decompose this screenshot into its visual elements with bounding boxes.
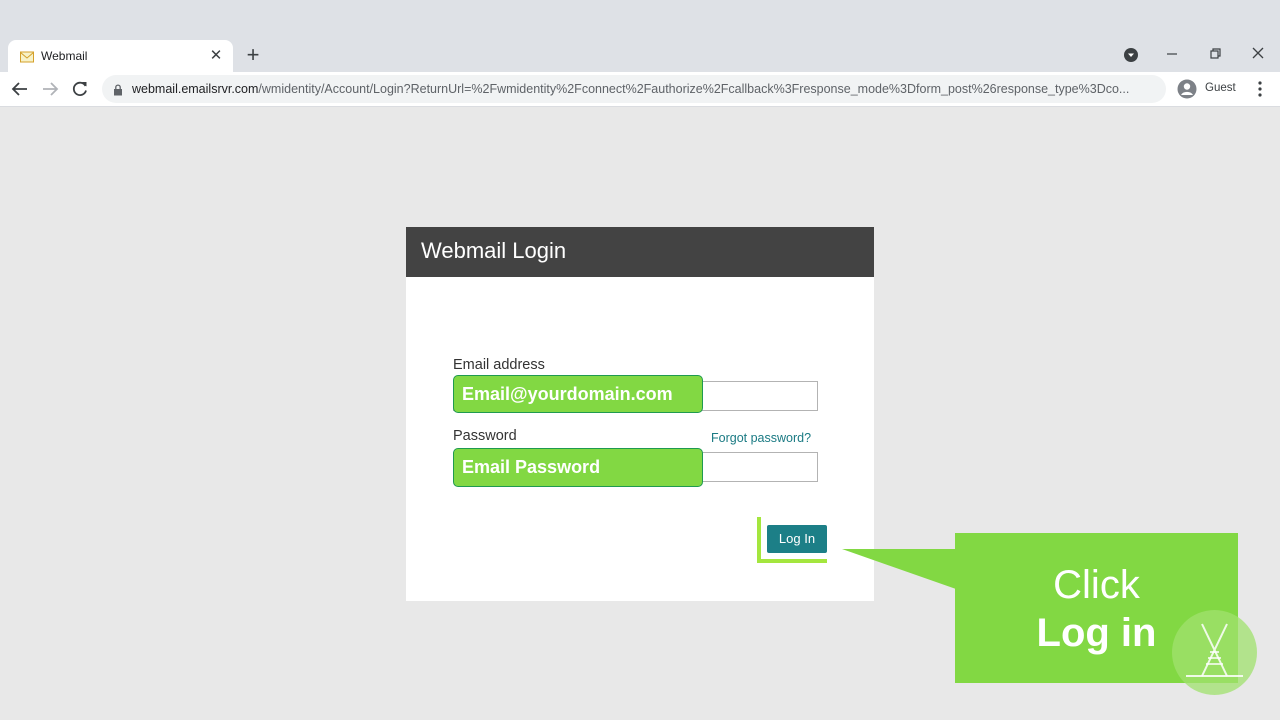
back-icon[interactable]: [9, 78, 31, 100]
url-host: webmail.emailsrvr.com: [132, 82, 259, 96]
new-tab-button[interactable]: +: [243, 44, 263, 66]
password-label: Password: [453, 428, 517, 444]
password-hint-overlay: Email Password: [453, 448, 703, 487]
login-button[interactable]: Log In: [767, 525, 827, 553]
browser-toolbar: webmail.emailsrvr.com/wmidentity/Account…: [0, 72, 1280, 107]
close-tab-icon[interactable]: ✕: [207, 47, 225, 65]
profile-button[interactable]: Guest: [1172, 75, 1244, 103]
mail-icon: [20, 50, 34, 68]
forgot-password-link[interactable]: Forgot password?: [711, 431, 811, 445]
forward-icon[interactable]: [39, 78, 61, 100]
minimize-icon[interactable]: [1160, 42, 1184, 66]
close-window-icon[interactable]: [1246, 42, 1270, 66]
tab-title: Webmail: [41, 49, 88, 63]
reload-icon[interactable]: [69, 78, 91, 100]
more-menu-icon[interactable]: [1252, 79, 1268, 99]
email-label: Email address: [453, 357, 545, 373]
url-path: /wmidentity/Account/Login?ReturnUrl=%2Fw…: [258, 82, 1130, 96]
login-card: Webmail Login Email address Password For…: [406, 227, 874, 601]
restore-icon[interactable]: [1203, 42, 1227, 66]
profile-label: Guest: [1205, 82, 1236, 94]
callout-line1: Click: [1053, 563, 1140, 607]
callout-pointer: [842, 549, 956, 589]
address-bar[interactable]: webmail.emailsrvr.com/wmidentity/Account…: [102, 75, 1166, 103]
avatar-icon: [1177, 79, 1197, 104]
tent-logo-icon: [1172, 610, 1257, 695]
lock-icon: [113, 83, 123, 101]
browser-tab[interactable]: Webmail ✕: [8, 40, 233, 72]
page-title: Webmail Login: [421, 238, 567, 263]
browser-tab-strip: Webmail ✕ +: [0, 0, 1280, 72]
url-text: webmail.emailsrvr.com/wmidentity/Account…: [132, 82, 1160, 96]
email-hint-overlay: Email@yourdomain.com: [453, 375, 703, 413]
login-header: Webmail Login: [406, 227, 874, 277]
tab-search-icon[interactable]: [1119, 42, 1143, 66]
